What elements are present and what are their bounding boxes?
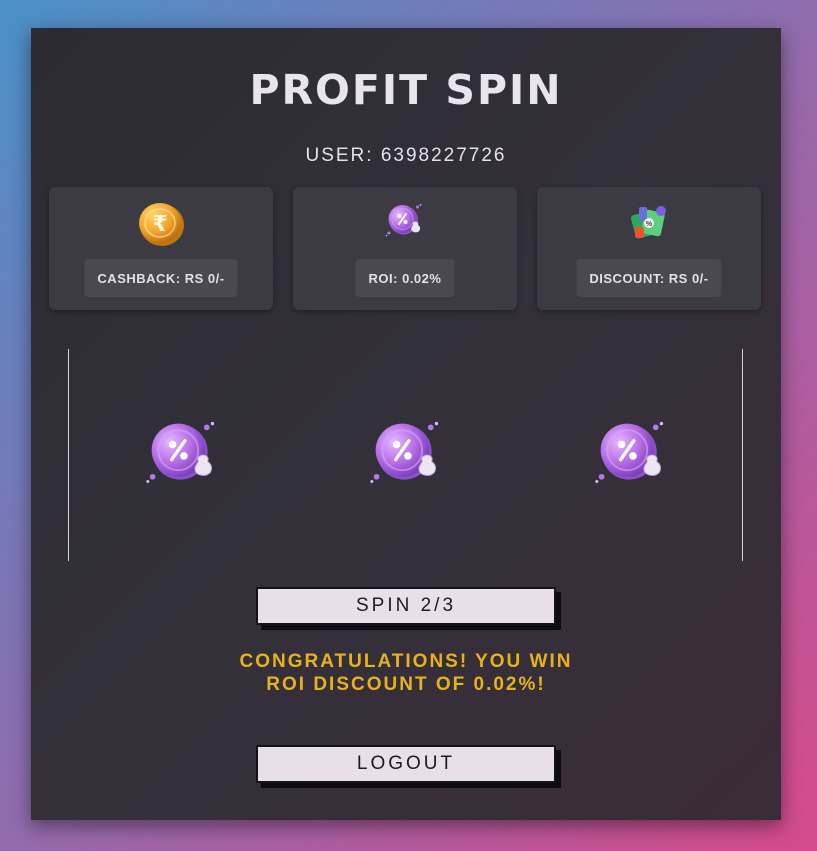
discount-card: % DISCOUNT: RS 0/- [537,187,761,310]
user-id-label: USER: 6398227726 [305,145,507,166]
main-card: PROFIT SPIN USER: 6398227726 ₹ CASHBACK:… [31,28,781,820]
cashback-card: ₹ CASHBACK: RS 0/- [49,187,273,310]
roi-value: ROI: 0.02% [355,259,455,297]
win-message-line-2: ROI DISCOUNT OF 0.02%! [266,674,546,695]
cashback-value: CASHBACK: RS 0/- [84,259,238,297]
reel-1-percent-coin-icon [142,416,224,497]
rupee-coin-icon: ₹ [136,201,186,252]
page-title: PROFIT SPIN [249,66,563,114]
reel-2-percent-coin-icon [366,416,448,497]
reel-border-left [68,349,69,561]
discount-value: DISCOUNT: RS 0/- [576,259,722,297]
discount-gift-icon: % [625,201,673,250]
svg-text:₹: ₹ [152,212,167,237]
svg-text:%: % [646,221,653,228]
roi-card: ROI: 0.02% [293,187,517,310]
spin-button[interactable]: SPIN 2/3 [256,587,556,625]
logout-button[interactable]: LOGOUT [256,745,556,783]
win-message-line-1: CONGRATULATIONS! YOU WIN [239,651,573,672]
percent-coin-icon [383,201,427,246]
reel-3-percent-coin-icon [591,416,673,497]
reel-border-right [742,349,743,561]
win-message: CONGRATULATIONS! YOU WIN ROI DISCOUNT OF… [31,650,781,696]
